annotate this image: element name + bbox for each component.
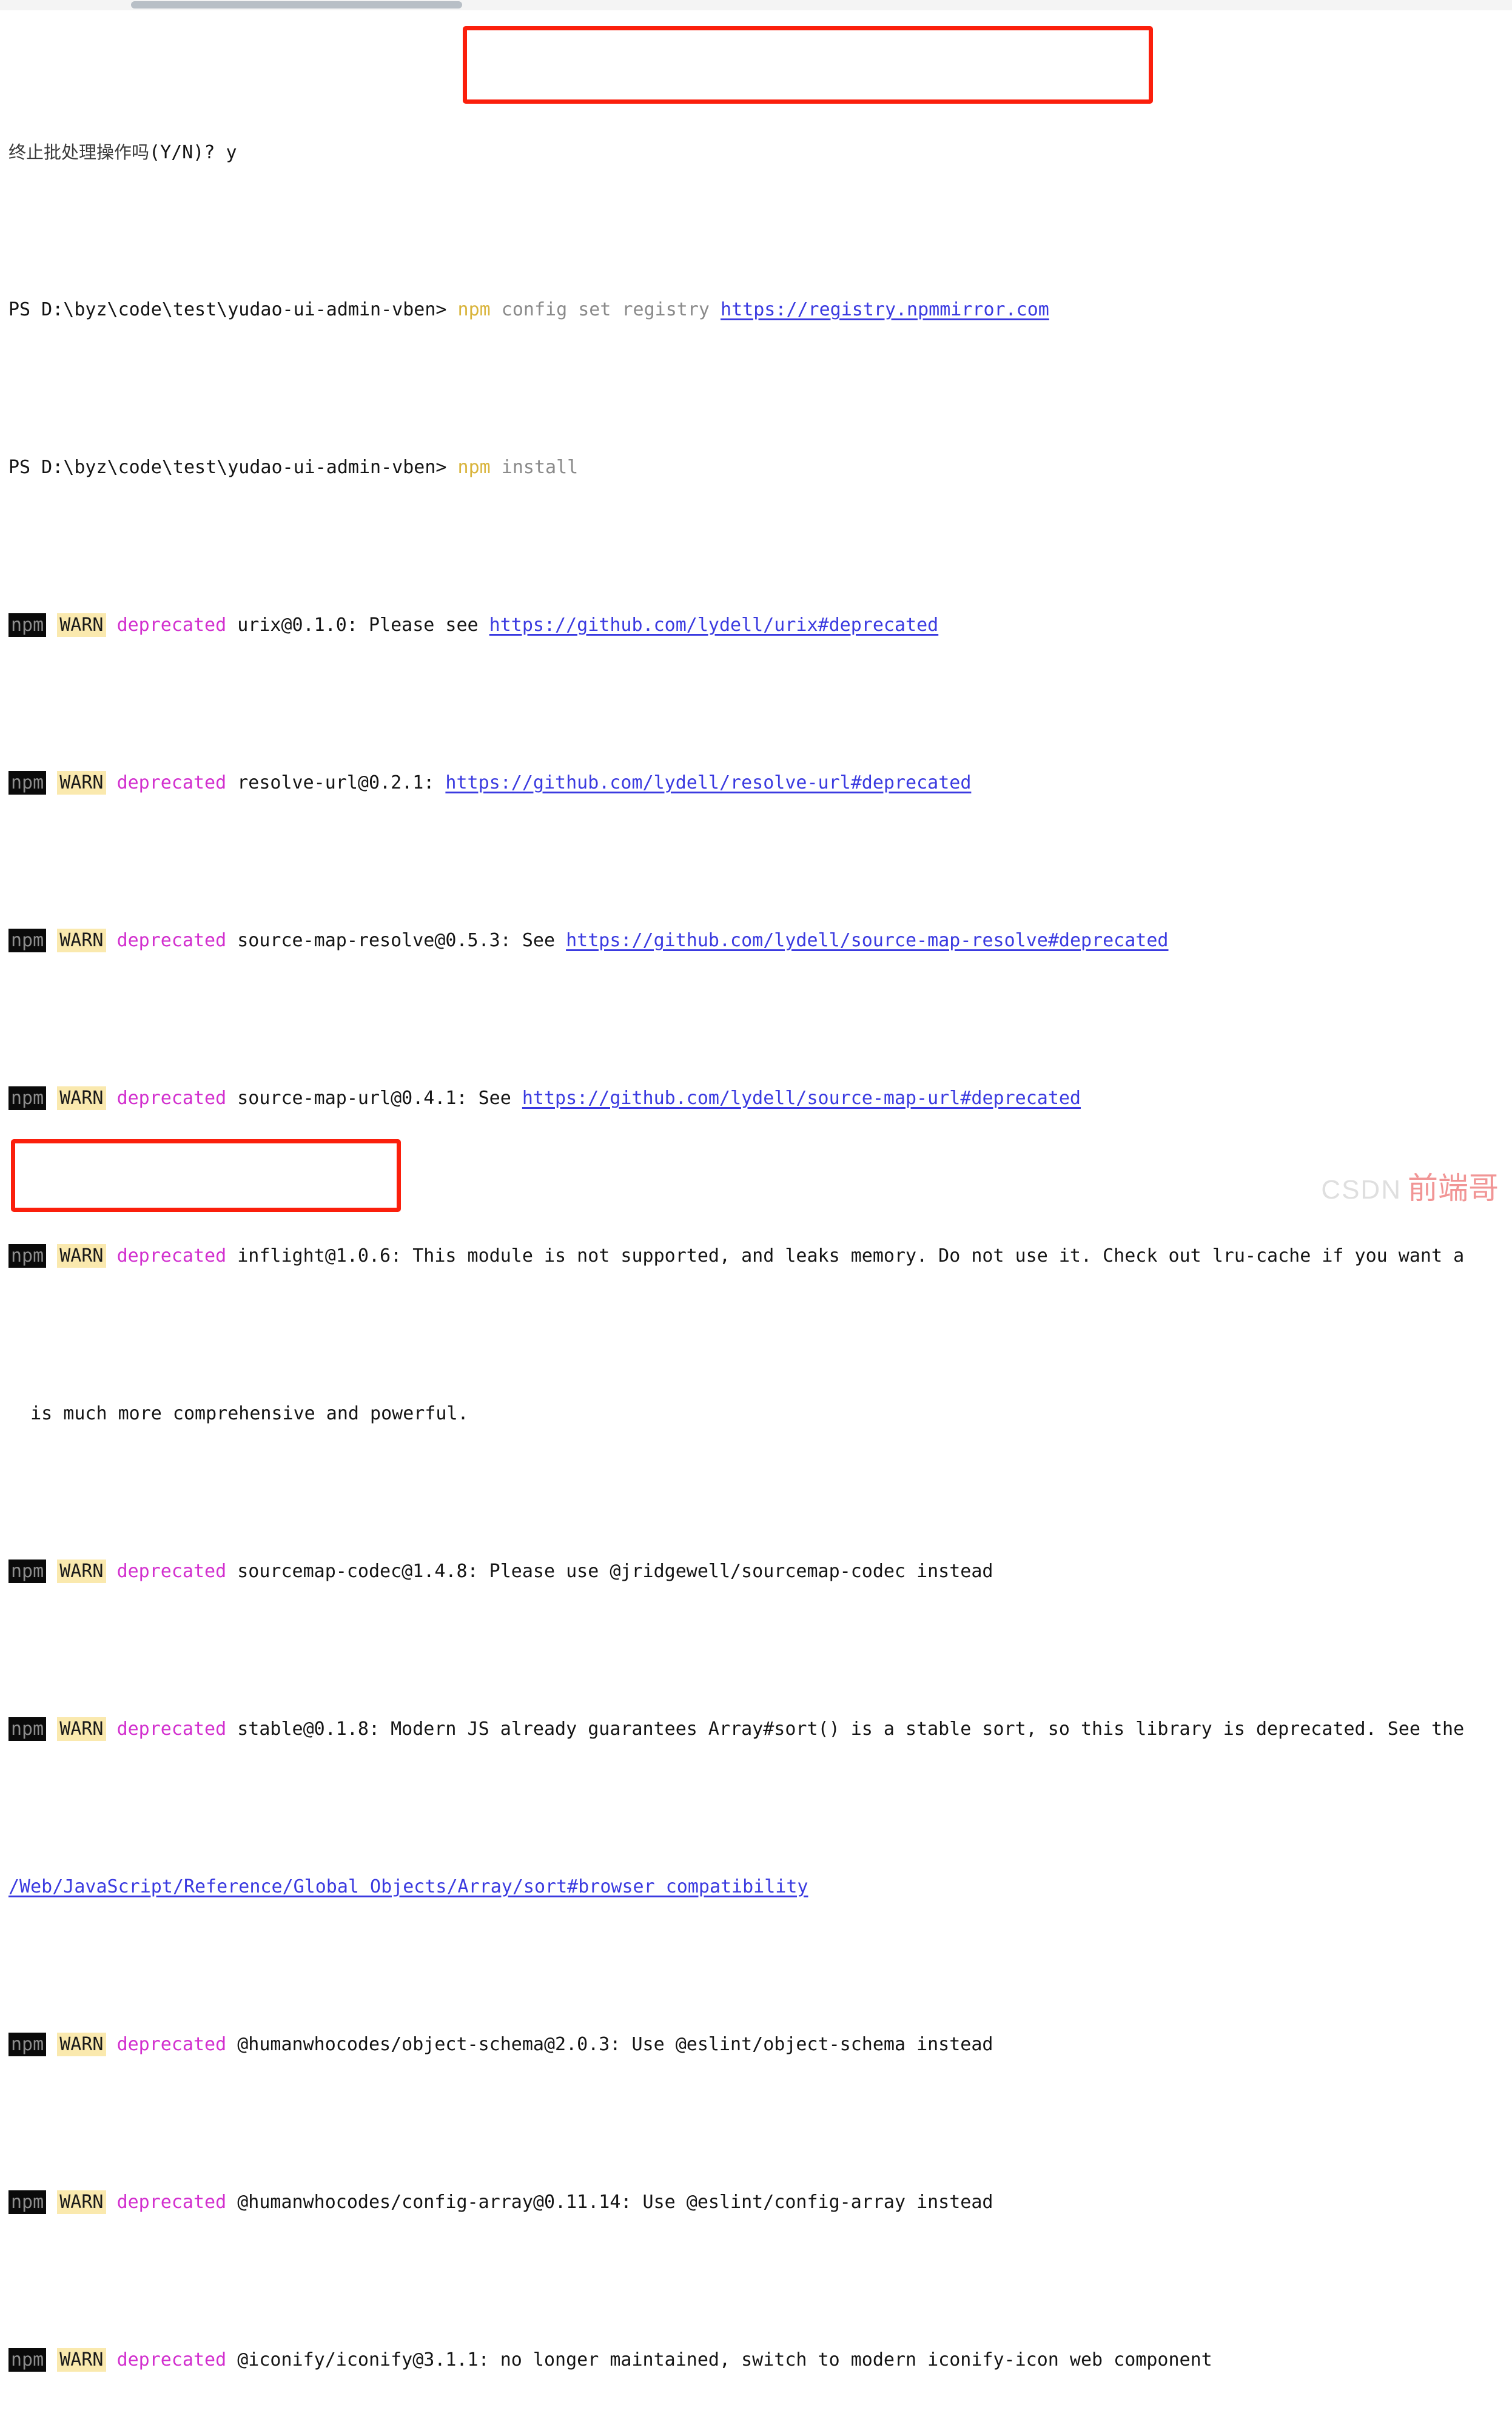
warn-badge: WARN	[57, 1086, 106, 1110]
npm-keyword: npm	[457, 299, 491, 320]
npm-badge: npm	[8, 613, 47, 637]
prompt-path: PS D:\byz\code\test\yudao-ui-admin-vben>	[8, 457, 447, 478]
npm-badge: npm	[8, 1560, 47, 1583]
npm-badge: npm	[8, 1086, 47, 1110]
warn-url-link[interactable]: https://github.com/lydell/source-map-res…	[566, 930, 1168, 951]
npm-keyword: npm	[457, 457, 491, 478]
line-warn-stable: npm WARN deprecated stable@0.1.8: Modern…	[0, 1714, 1512, 1745]
warn-text: source-map-resolve@0.5.3: See	[226, 930, 566, 951]
warn-url-link[interactable]: https://github.com/lydell/resolve-url#de…	[445, 772, 971, 793]
deprecated-label: deprecated	[116, 1718, 227, 1740]
warn-badge: WARN	[57, 929, 106, 952]
scrollbar-thumb[interactable]	[131, 1, 462, 8]
line-inflight-continuation: is much more comprehensive and powerful.	[0, 1398, 1512, 1430]
warn-badge: WARN	[57, 2190, 106, 2214]
deprecated-label: deprecated	[116, 772, 227, 793]
warn-badge: WARN	[57, 771, 106, 795]
deprecated-label: deprecated	[116, 930, 227, 951]
warn-badge: WARN	[57, 613, 106, 637]
watermark-site: CSDN	[1321, 1175, 1402, 1205]
registry-url-link[interactable]: https://registry.npmmirror.com	[721, 299, 1049, 320]
npm-badge: npm	[8, 2190, 47, 2214]
warn-text: @humanwhocodes/object-schema@2.0.3: Use …	[226, 2034, 993, 2055]
deprecated-label: deprecated	[116, 2192, 227, 2213]
npm-badge: npm	[8, 1717, 47, 1741]
line-warn-urix: npm WARN deprecated urix@0.1.0: Please s…	[0, 610, 1512, 641]
deprecated-label: deprecated	[116, 1245, 227, 1267]
console-output: 终止批处理操作吗(Y/N)? y PS D:\byz\code\test\yud…	[0, 10, 1512, 2436]
line-warn-sourcemap-codec: npm WARN deprecated sourcemap-codec@1.4.…	[0, 1556, 1512, 1587]
line-mdn-path-link: /Web/JavaScript/Reference/Global_Objects…	[0, 1871, 1512, 1903]
line-cmd-config-registry: PS D:\byz\code\test\yudao-ui-admin-vben>…	[0, 294, 1512, 326]
watermark: CSDN 前端哥	[1321, 1171, 1499, 1207]
npm-badge: npm	[8, 771, 47, 795]
line-warn-source-map-resolve: npm WARN deprecated source-map-resolve@0…	[0, 925, 1512, 957]
mdn-path-link[interactable]: /Web/JavaScript/Reference/Global_Objects…	[8, 1876, 808, 1897]
npm-badge: npm	[8, 2033, 47, 2056]
warn-text: urix@0.1.0: Please see	[226, 614, 489, 636]
deprecated-label: deprecated	[116, 614, 227, 636]
install-arg: install	[490, 457, 579, 478]
line-cmd-npm-install: PS D:\byz\code\test\yudao-ui-admin-vben>…	[0, 452, 1512, 483]
confirm-prompt-answer: (Y/N)? y	[149, 142, 237, 163]
warn-text: source-map-url@0.4.1: See	[226, 1088, 522, 1109]
warn-url-link[interactable]: https://github.com/lydell/source-map-url…	[522, 1088, 1081, 1109]
terminal-window: 终止批处理操作吗(Y/N)? y PS D:\byz\code\test\yud…	[0, 0, 1512, 2372]
npm-badge: npm	[8, 1244, 47, 1268]
warn-text: stable@0.1.8: Modern JS already guarante…	[226, 1718, 1465, 1740]
npm-badge: npm	[8, 929, 47, 952]
warn-text: inflight@1.0.6: This module is not suppo…	[226, 1245, 1465, 1267]
npm-badge: npm	[8, 2348, 47, 2372]
confirm-prompt-cjk: 终止批处理操作吗	[8, 142, 150, 163]
watermark-author: 前端哥	[1408, 1171, 1499, 1206]
deprecated-label: deprecated	[116, 2349, 227, 2370]
line-warn-resolve-url: npm WARN deprecated resolve-url@0.2.1: h…	[0, 767, 1512, 799]
warn-text: @iconify/iconify@3.1.1: no longer mainta…	[226, 2349, 1212, 2370]
deprecated-label: deprecated	[116, 2034, 227, 2055]
continuation-text: is much more comprehensive and powerful.	[8, 1403, 469, 1424]
prompt-path: PS D:\byz\code\test\yudao-ui-admin-vben>	[8, 299, 447, 320]
config-set-registry-args: config set registry	[490, 299, 721, 320]
warn-badge: WARN	[57, 1244, 106, 1268]
line-confirm-prompt: 终止批处理操作吗(Y/N)? y	[0, 136, 1512, 168]
deprecated-label: deprecated	[116, 1561, 227, 1582]
line-warn-source-map-url: npm WARN deprecated source-map-url@0.4.1…	[0, 1083, 1512, 1114]
warn-badge: WARN	[57, 2348, 106, 2372]
deprecated-label: deprecated	[116, 1088, 227, 1109]
line-warn-object-schema: npm WARN deprecated @humanwhocodes/objec…	[0, 2029, 1512, 2061]
warn-text: sourcemap-codec@1.4.8: Please use @jridg…	[226, 1561, 993, 1582]
warn-badge: WARN	[57, 2033, 106, 2056]
horizontal-scrollbar[interactable]	[0, 0, 1512, 10]
warn-url-link[interactable]: https://github.com/lydell/urix#deprecate…	[489, 614, 939, 636]
warn-badge: WARN	[57, 1717, 106, 1741]
line-warn-iconify-3: npm WARN deprecated @iconify/iconify@3.1…	[0, 2344, 1512, 2376]
warn-badge: WARN	[57, 1560, 106, 1583]
warn-text: @humanwhocodes/config-array@0.11.14: Use…	[226, 2192, 993, 2213]
line-warn-config-array: npm WARN deprecated @humanwhocodes/confi…	[0, 2187, 1512, 2218]
warn-text: resolve-url@0.2.1:	[226, 772, 446, 793]
line-warn-inflight: npm WARN deprecated inflight@1.0.6: This…	[0, 1240, 1512, 1272]
